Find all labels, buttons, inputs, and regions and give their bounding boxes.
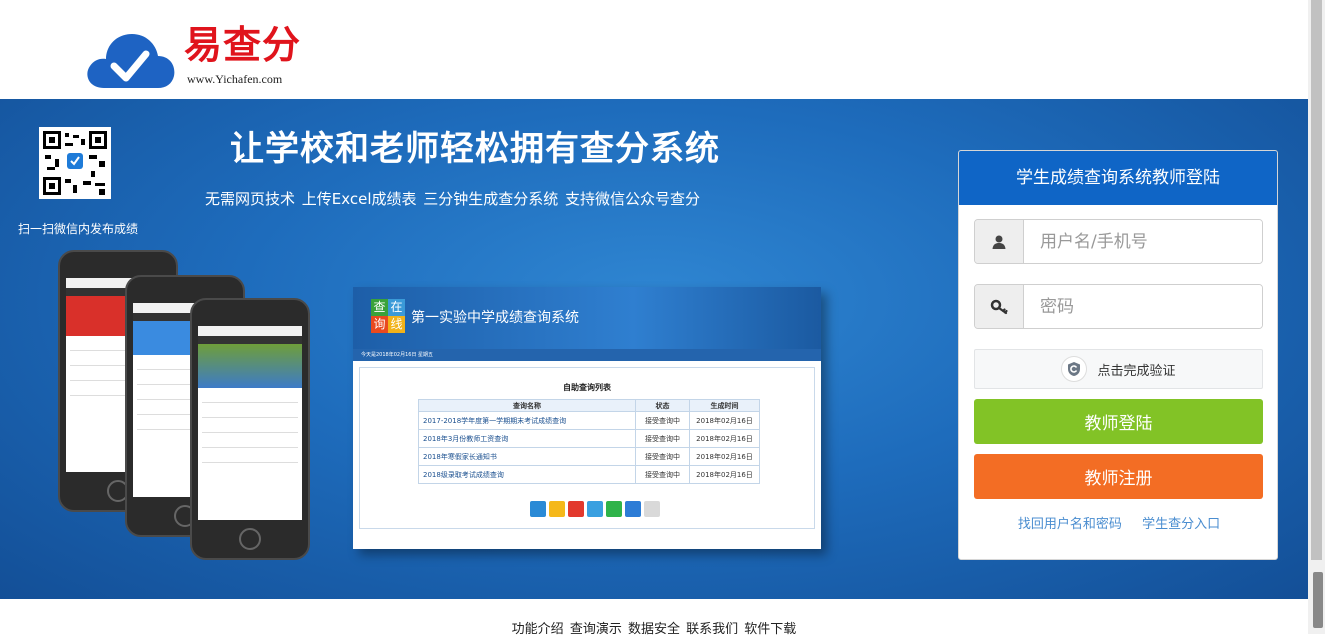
footer-link-security[interactable]: 数据安全 (628, 622, 680, 637)
logo-url: www.Yichafen.com (187, 72, 283, 86)
demo-logo: 查 在 询 线 (371, 299, 405, 333)
student-query-link[interactable]: 学生查分入口 (1142, 517, 1220, 532)
password-field (974, 284, 1263, 329)
login-links: 找回用户名和密码 学生查分入口 (959, 513, 1279, 532)
qr-code-icon (39, 127, 111, 199)
forgot-credentials-link[interactable]: 找回用户名和密码 (1018, 517, 1122, 532)
page-scrollbar[interactable] (1308, 0, 1325, 634)
banner-headline: 让学校和老师轻松拥有查分系统 (230, 129, 720, 169)
password-input[interactable] (1024, 285, 1262, 328)
footer-link-features[interactable]: 功能介绍 (512, 622, 564, 637)
footer-nav: 功能介绍 查询演示 数据安全 联系我们 软件下载 (0, 618, 1308, 637)
site-header: 易查分 www.Yichafen.com (0, 0, 1308, 99)
table-row: 2017-2018学年度第一学期期末考试成绩查询 接受查询中 2018年02月16日 (418, 411, 760, 430)
table-header: 生成时间 (689, 399, 760, 412)
logo-title[interactable]: 易查分 (184, 22, 301, 68)
username-field (974, 219, 1263, 264)
cloud-check-logo-icon[interactable] (84, 26, 176, 90)
teacher-login-button[interactable]: 教师登陆 (974, 399, 1263, 444)
demo-date: 今天是2018年02月16日 星期五 (353, 349, 821, 361)
demo-list-title: 自助查询列表 (563, 383, 611, 392)
user-icon (975, 220, 1024, 263)
footer-link-download[interactable]: 软件下载 (744, 622, 796, 637)
captcha-verify-button[interactable]: 点击完成验证 (974, 349, 1263, 389)
banner-subline: 无需网页技术 上传Excel成绩表 三分钟生成查分系统 支持微信公众号查分 (205, 190, 701, 208)
table-header: 状态 (635, 399, 690, 412)
footer-link-contact[interactable]: 联系我们 (686, 622, 738, 637)
scrollbar-thumb[interactable] (1311, 0, 1322, 560)
demo-title: 第一实验中学成绩查询系统 (411, 310, 579, 326)
share-icons (530, 501, 660, 517)
demo-screenshot: 查 在 询 线 第一实验中学成绩查询系统 今天是2018年02月16日 星期五 … (353, 287, 821, 549)
table-row: 2018年3月份教师工资查询 接受查询中 2018年02月16日 (418, 429, 760, 448)
table-header: 查询名称 (418, 399, 636, 412)
key-icon (975, 285, 1024, 328)
teacher-register-button[interactable]: 教师注册 (974, 454, 1263, 499)
verify-label: 点击完成验证 (1097, 363, 1176, 379)
demo-table: 查询名称 状态 生成时间 2017-2018学年度第一学期期末考试成绩查询 接受查… (418, 399, 760, 484)
login-title: 学生成绩查询系统教师登陆 (959, 151, 1277, 205)
table-row: 2018年寒假家长通知书 接受查询中 2018年02月16日 (418, 447, 760, 466)
table-row: 2018级录取考试成绩查询 接受查询中 2018年02月16日 (418, 465, 760, 484)
phone-mockup (190, 298, 310, 560)
shield-verify-icon (1061, 356, 1088, 382)
login-panel: 学生成绩查询系统教师登陆 点击完成验证 教师登陆 教师注册 找回用户名和密码 学… (958, 150, 1278, 560)
qr-caption: 扫一扫微信内发布成绩 (18, 222, 139, 236)
scroll-widget[interactable] (1313, 572, 1323, 628)
username-input[interactable] (1024, 220, 1262, 263)
footer-link-demo[interactable]: 查询演示 (570, 622, 622, 637)
